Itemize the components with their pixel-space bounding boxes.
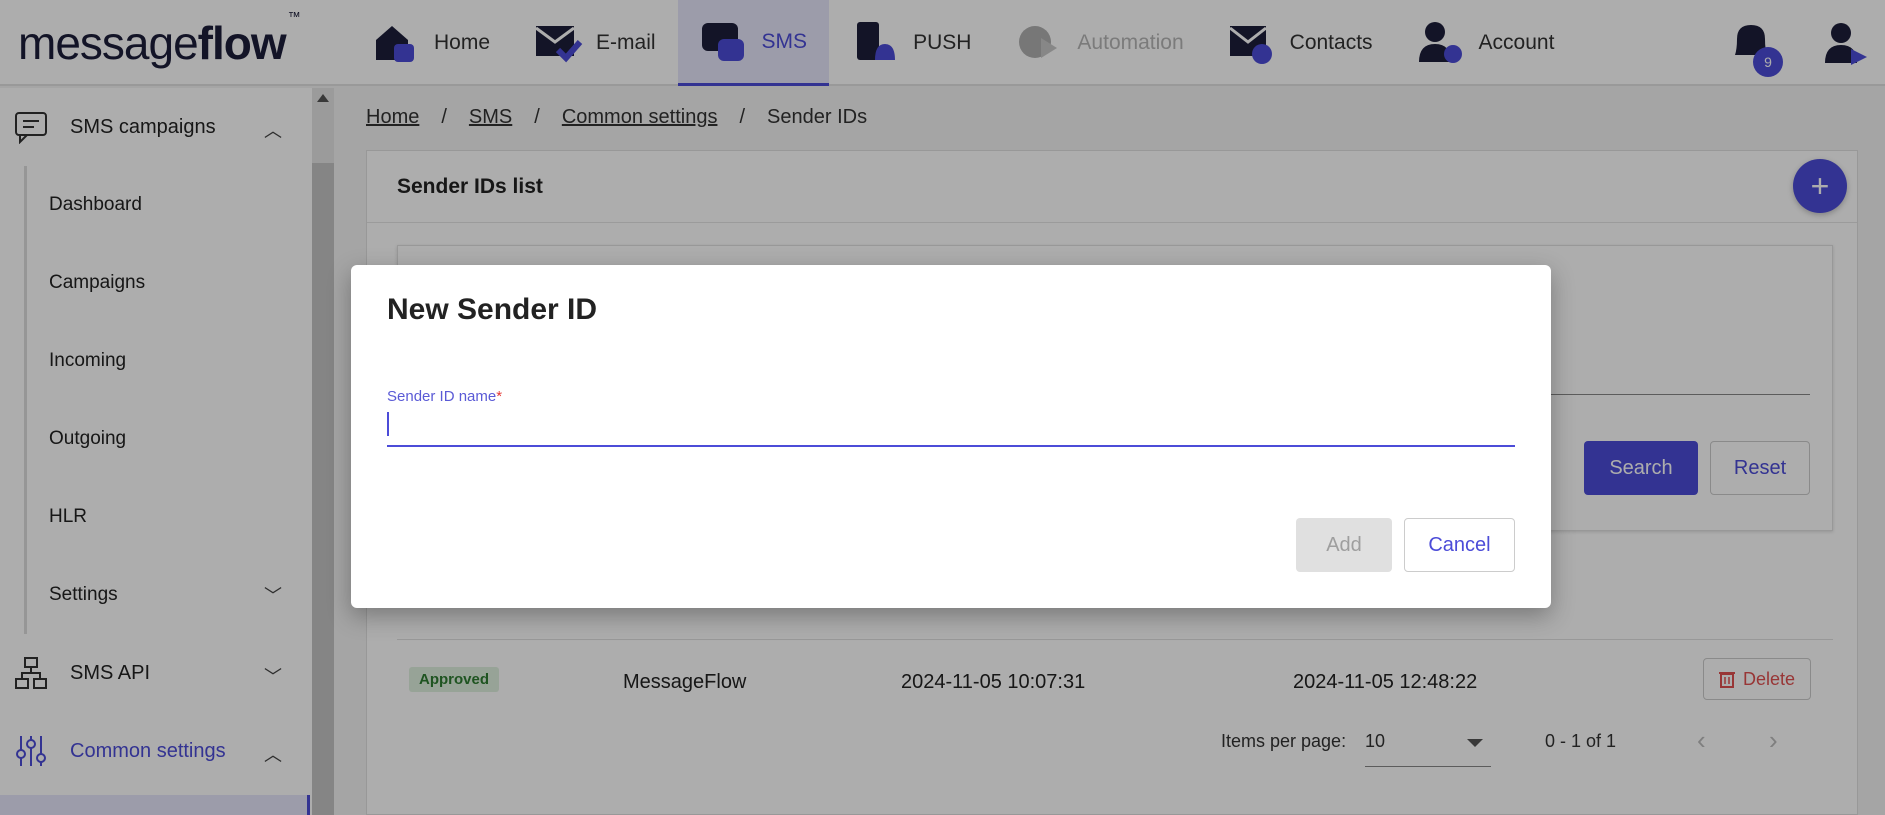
text-cursor: [387, 412, 389, 436]
cancel-button[interactable]: Cancel: [1404, 518, 1515, 572]
sender-id-name-input[interactable]: [387, 407, 1515, 447]
sender-id-name-label: Sender ID name*: [387, 388, 502, 405]
required-mark: *: [496, 388, 503, 405]
field-label-text: Sender ID name: [387, 388, 497, 405]
new-sender-id-dialog: New Sender ID Sender ID name* Add Cancel: [351, 265, 1551, 608]
add-button[interactable]: Add: [1296, 518, 1392, 572]
dialog-title: New Sender ID: [387, 293, 598, 326]
